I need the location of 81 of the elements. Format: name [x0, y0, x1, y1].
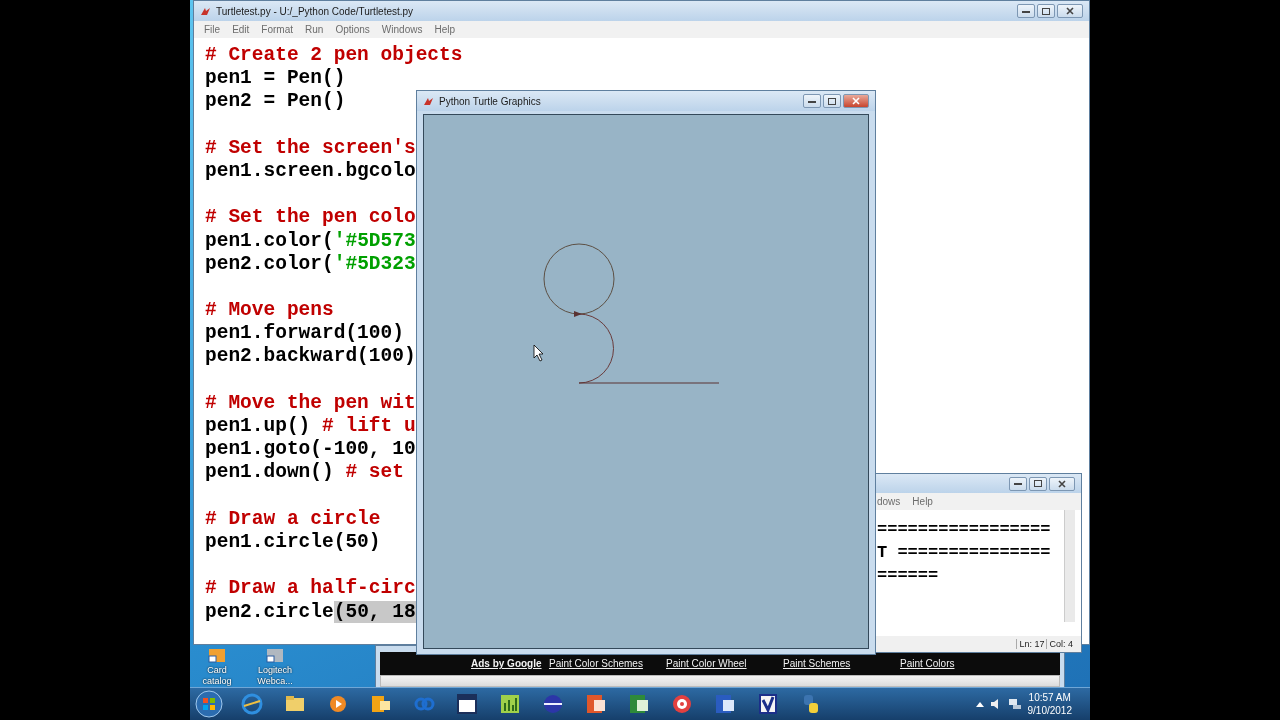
code-line: # Create 2 pen objects	[205, 44, 463, 68]
code-line: pen1.circle(50)	[205, 530, 381, 555]
code-line: pen2 = Pen()	[205, 90, 346, 114]
code-line: pen2.circle(50, 18	[205, 600, 416, 624]
window-title: Turtletest.py - U:/_Python Code/Turtletest.py	[216, 5, 414, 17]
status-text: Ln: 17	[1016, 639, 1047, 649]
menu-item[interactable]: Help	[434, 24, 455, 35]
minimize-icon	[1022, 9, 1030, 13]
code-line: pen1.color('#5D573	[205, 229, 416, 253]
close-button[interactable]	[843, 94, 869, 108]
spreadsheet-icon[interactable]	[627, 692, 651, 716]
menu-item[interactable]: Edit	[232, 24, 250, 35]
code-line: # Draw a circle	[205, 507, 381, 531]
feather-logo-icon	[423, 96, 434, 106]
status-text: Col: 4	[1046, 639, 1075, 649]
ad-link[interactable]: Paint Schemes	[783, 658, 851, 670]
maximize-icon	[1034, 480, 1042, 487]
clock-time: 10:57 AM	[1028, 691, 1071, 704]
shortcut-icon[interactable]	[265, 647, 285, 663]
minimize-button[interactable]	[1009, 476, 1027, 491]
target-icon[interactable]	[670, 692, 694, 716]
code-line: pen1.up() # lift u	[205, 415, 416, 439]
close-icon	[852, 97, 860, 105]
document-icon[interactable]	[713, 692, 737, 716]
maximize-button[interactable]	[1029, 476, 1047, 491]
network-icon[interactable]	[1007, 698, 1022, 710]
globe-icon[interactable]	[240, 692, 264, 716]
code-line: # Set the screen's	[205, 136, 416, 160]
clock-date: 9/10/2012	[1027, 704, 1072, 717]
menu-item[interactable]: Options	[335, 24, 370, 35]
close-icon	[1066, 7, 1074, 15]
calendar-icon[interactable]	[455, 692, 479, 716]
code-line: pen1 = Pen()	[205, 67, 346, 91]
code-line: pen1.forward(100)	[205, 322, 404, 346]
desktop-icon-label[interactable]: Logitech Webca...	[250, 665, 300, 687]
code-line: pen1.down() # set	[205, 461, 404, 485]
shortcut-icon[interactable]	[207, 647, 227, 663]
menu-item[interactable]: Format	[261, 24, 294, 35]
feather-logo-icon	[200, 6, 211, 16]
clock[interactable]: 10:57 AM 9/10/2012	[1027, 691, 1072, 717]
output-line: =================	[877, 519, 1051, 541]
code-line: # Draw a half-circ	[205, 577, 416, 601]
code-line: pen1.screen.bgcolo	[205, 159, 416, 184]
window-title: Python Turtle Graphics	[439, 95, 541, 107]
minimize-icon	[808, 99, 816, 103]
code-line: pen1.goto(-100, 10	[205, 438, 416, 462]
close-button[interactable]	[1049, 476, 1075, 491]
checkmark-icon[interactable]	[756, 692, 780, 716]
start-button[interactable]	[194, 689, 224, 719]
horizontal-scrollbar[interactable]	[380, 675, 1060, 687]
maximize-button[interactable]	[1037, 4, 1055, 18]
mouse-cursor-icon	[533, 344, 544, 362]
close-icon	[1058, 479, 1066, 488]
minimize-icon	[1014, 482, 1022, 485]
chart-icon[interactable]	[498, 692, 522, 716]
ads-label[interactable]: Ads by Google	[471, 658, 542, 670]
code-line: pen2.color('#5D323	[205, 252, 416, 276]
show-hidden-icons-icon[interactable]	[975, 701, 984, 707]
minimize-button[interactable]	[1017, 4, 1035, 18]
maximize-button[interactable]	[823, 94, 841, 108]
menu-item[interactable]: File	[204, 24, 221, 35]
output-line: ======	[877, 565, 939, 587]
code-line: # Move pens	[205, 299, 334, 323]
menu-item[interactable]: Windows	[381, 24, 423, 35]
minimize-button[interactable]	[803, 94, 821, 108]
code-line: pen2.backward(100)	[205, 345, 416, 369]
output-line: T ===============	[877, 542, 1051, 564]
code-line: # Move the pen wit	[205, 391, 416, 415]
vertical-scrollbar[interactable]	[1064, 510, 1075, 622]
menu-item[interactable]: Help	[912, 496, 933, 507]
code-line: # Set the pen colo	[205, 206, 416, 230]
desktop-icon-label[interactable]: Card catalog	[192, 665, 242, 687]
maximize-icon	[1042, 7, 1050, 15]
menu-item[interactable]: Run	[305, 24, 324, 35]
ad-link[interactable]: Paint Color Wheel	[666, 658, 747, 670]
slides-icon[interactable]	[584, 692, 608, 716]
close-button[interactable]	[1057, 4, 1083, 18]
ad-link[interactable]: Paint Color Schemes	[549, 658, 643, 670]
maximize-icon	[828, 97, 836, 105]
menu-item[interactable]: dows	[877, 496, 901, 507]
ad-link[interactable]: Paint Colors	[900, 658, 955, 670]
